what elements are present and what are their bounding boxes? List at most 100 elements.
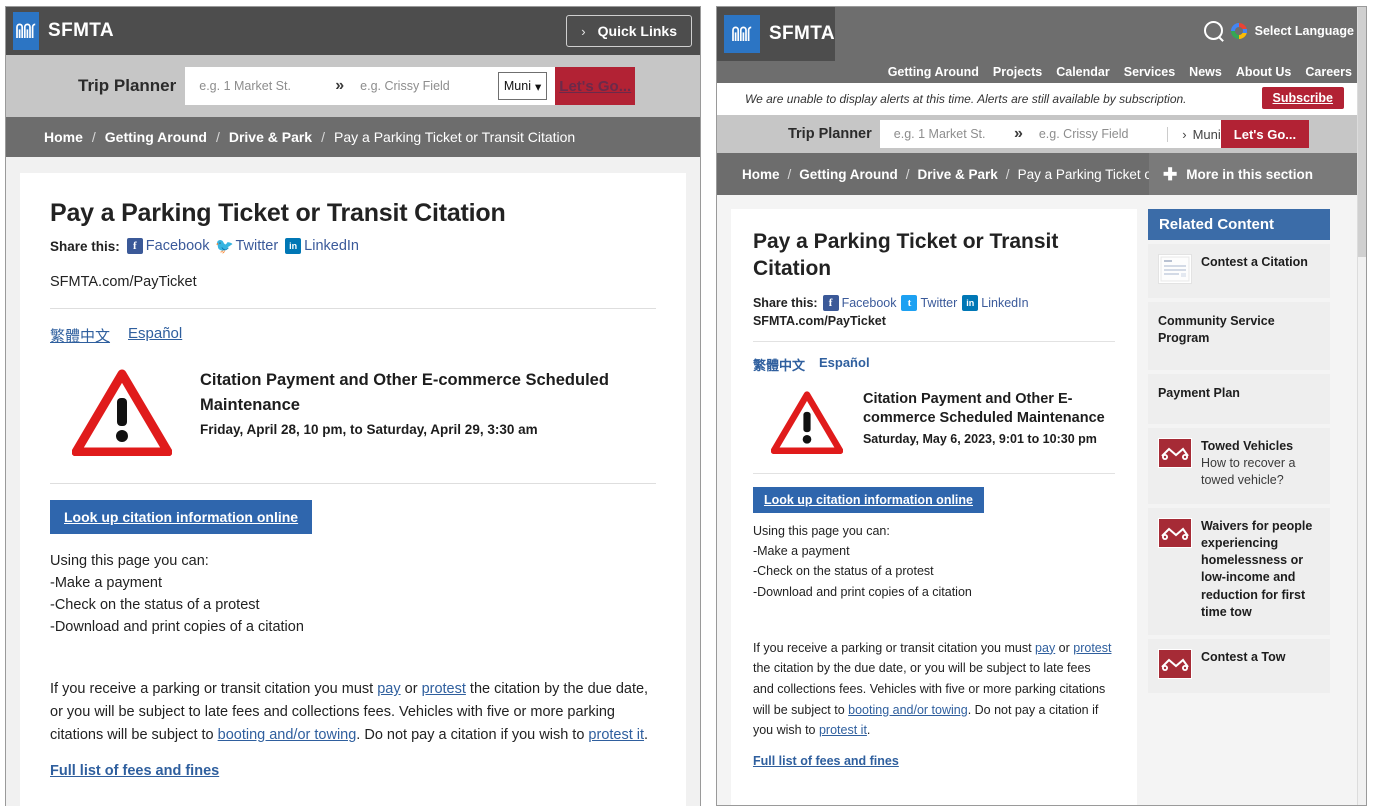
- nav-item-projects[interactable]: Projects: [993, 65, 1042, 79]
- related-content-title: Contest a Tow: [1201, 649, 1286, 666]
- share-twitter-link[interactable]: t Twitter: [901, 295, 957, 311]
- share-label: Share this:: [753, 296, 818, 310]
- link-booting-towing[interactable]: booting and/or towing: [848, 703, 968, 717]
- plus-icon: ✚: [1163, 166, 1177, 183]
- share-facebook-link[interactable]: f Facebook: [823, 295, 897, 311]
- breadcrumb-separator: /: [321, 129, 325, 145]
- full-list-fees-link[interactable]: Full list of fees and fines: [50, 763, 219, 779]
- trip-origin-input[interactable]: e.g. 1 Market St.: [199, 79, 329, 93]
- breadcrumb-item-getting-around[interactable]: Getting Around: [799, 167, 897, 182]
- nav-item-careers[interactable]: Careers: [1305, 65, 1352, 79]
- right-trip-planner-bar: Trip Planner e.g. 1 Market St. » e.g. Cr…: [717, 115, 1366, 153]
- maintenance-alert: Citation Payment and Other E-commerce Sc…: [753, 390, 1115, 459]
- lets-go-button[interactable]: Let's Go...: [555, 67, 635, 105]
- subscribe-button[interactable]: Subscribe: [1262, 87, 1344, 109]
- maintenance-alert-text: Citation Payment and Other E-commerce Sc…: [200, 368, 656, 437]
- select-language-label[interactable]: Select Language: [1255, 24, 1354, 38]
- lookup-citation-button[interactable]: Look up citation information online: [753, 487, 984, 513]
- short-url: SFMTA.com/PayTicket: [753, 314, 1115, 328]
- share-linkedin-link[interactable]: in LinkedIn: [962, 295, 1028, 311]
- screenshot-stage: SFMTA › Quick Links Trip Planner e.g. 1 …: [0, 0, 1374, 812]
- warning-triangle-icon: [72, 368, 172, 461]
- breadcrumb-separator: /: [216, 129, 220, 145]
- trip-origin-input[interactable]: e.g. 1 Market St.: [894, 127, 1008, 141]
- breadcrumb-item-drive-park[interactable]: Drive & Park: [229, 129, 312, 145]
- link-protest-it[interactable]: protest it: [819, 723, 867, 737]
- scrollbar-thumb[interactable]: [1358, 7, 1366, 257]
- divider: [50, 308, 656, 309]
- link-protest-it[interactable]: protest it: [588, 727, 644, 743]
- share-facebook-label: Facebook: [842, 296, 897, 310]
- link-protest[interactable]: protest: [422, 681, 466, 697]
- divider: [753, 473, 1115, 474]
- related-content-subtitle: How to recover a towed vehicle?: [1201, 455, 1320, 490]
- right-breadcrumb: Home / Getting Around / Drive & Park / P…: [717, 153, 1366, 195]
- related-content-item[interactable]: Community Service Program: [1148, 302, 1330, 370]
- share-linkedin-label: LinkedIn: [981, 296, 1028, 310]
- related-content-item[interactable]: Contest a Tow: [1148, 639, 1330, 693]
- more-in-this-section-button[interactable]: ✚ More in this section: [1149, 153, 1366, 195]
- trip-mode-select[interactable]: Muni ▾: [498, 72, 547, 100]
- nav-item-about-us[interactable]: About Us: [1236, 65, 1292, 79]
- trip-destination-input[interactable]: e.g. Crissy Field: [360, 79, 488, 93]
- language-link-chinese[interactable]: 繁體中文: [753, 355, 805, 374]
- breadcrumb-item-getting-around[interactable]: Getting Around: [105, 129, 207, 145]
- document-thumbnail-icon: [1158, 254, 1192, 284]
- share-twitter-link[interactable]: 🐦 Twitter: [216, 238, 278, 254]
- language-link-chinese[interactable]: 繁體中文: [50, 325, 110, 346]
- nav-item-services[interactable]: Services: [1124, 65, 1175, 79]
- breadcrumb-separator: /: [787, 167, 791, 182]
- right-page-frame: SFMTA Select Language Getting Around Pro…: [716, 6, 1367, 806]
- muni-worm-logo-icon: [13, 12, 39, 50]
- lets-go-label: Let's Go...: [1234, 127, 1296, 142]
- maintenance-alert-time: Saturday, May 6, 2023, 9:01 to 10:30 pm: [863, 432, 1115, 446]
- breadcrumb-item-home[interactable]: Home: [742, 167, 780, 182]
- language-link-spanish[interactable]: Español: [819, 355, 870, 374]
- related-content-item[interactable]: Towed Vehicles How to recover a towed ve…: [1148, 428, 1330, 504]
- link-pay[interactable]: pay: [1035, 641, 1055, 655]
- nav-item-news[interactable]: News: [1189, 65, 1222, 79]
- trip-destination-input[interactable]: e.g. Crissy Field: [1039, 127, 1151, 141]
- language-link-spanish[interactable]: Español: [128, 325, 182, 346]
- share-twitter-label: Twitter: [235, 238, 278, 254]
- twitter-icon: t: [901, 295, 917, 311]
- link-protest[interactable]: protest: [1073, 641, 1111, 655]
- paragraph-text: If you receive a parking or transit cita…: [50, 681, 377, 697]
- related-content-text: Contest a Citation: [1201, 254, 1308, 284]
- breadcrumb-item-drive-park[interactable]: Drive & Park: [918, 167, 998, 182]
- warning-triangle-icon: [771, 390, 843, 459]
- google-translate-icon[interactable]: [1231, 23, 1247, 39]
- paragraph-text: or: [1055, 641, 1073, 655]
- double-chevron-icon: »: [335, 77, 344, 95]
- trip-mode-select[interactable]: › Muni: [1167, 127, 1221, 142]
- quick-links-button[interactable]: › Quick Links: [566, 15, 692, 47]
- related-content-item[interactable]: Waivers for people experiencing homeless…: [1148, 508, 1330, 636]
- link-booting-towing[interactable]: booting and/or towing: [218, 727, 357, 743]
- right-logo-block[interactable]: SFMTA: [717, 7, 835, 61]
- link-pay[interactable]: pay: [377, 681, 400, 697]
- lookup-citation-button[interactable]: Look up citation information online: [50, 500, 312, 534]
- divider: [50, 483, 656, 484]
- facebook-icon: f: [127, 238, 143, 254]
- breadcrumb-item-home[interactable]: Home: [44, 129, 83, 145]
- using-this-page-list: Using this page you can: -Make a payment…: [753, 521, 1115, 602]
- muni-worm-logo-icon: [724, 15, 760, 53]
- lets-go-button[interactable]: Let's Go...: [1221, 120, 1309, 148]
- left-breadcrumb: Home / Getting Around / Drive & Park / P…: [6, 117, 700, 157]
- left-logo-block[interactable]: SFMTA: [6, 7, 111, 55]
- share-linkedin-link[interactable]: in LinkedIn: [285, 238, 359, 254]
- nav-item-getting-around[interactable]: Getting Around: [888, 65, 979, 79]
- double-chevron-icon: »: [1014, 125, 1023, 143]
- breadcrumb-current: Pay a Parking Ticket o: [1018, 167, 1152, 182]
- share-facebook-link[interactable]: f Facebook: [127, 238, 210, 254]
- breadcrumb-separator: /: [92, 129, 96, 145]
- vertical-scrollbar[interactable]: [1357, 7, 1366, 805]
- search-icon[interactable]: [1204, 21, 1223, 40]
- related-content-item[interactable]: Payment Plan: [1148, 374, 1330, 424]
- chevron-right-icon: ›: [581, 24, 585, 39]
- paragraph-text: . Do not pay a citation if you wish to: [356, 727, 588, 743]
- related-content-item[interactable]: Contest a Citation: [1148, 244, 1330, 298]
- nav-item-calendar[interactable]: Calendar: [1056, 65, 1110, 79]
- full-list-fees-link[interactable]: Full list of fees and fines: [753, 754, 899, 768]
- left-content-area: Pay a Parking Ticket or Transit Citation…: [6, 157, 700, 806]
